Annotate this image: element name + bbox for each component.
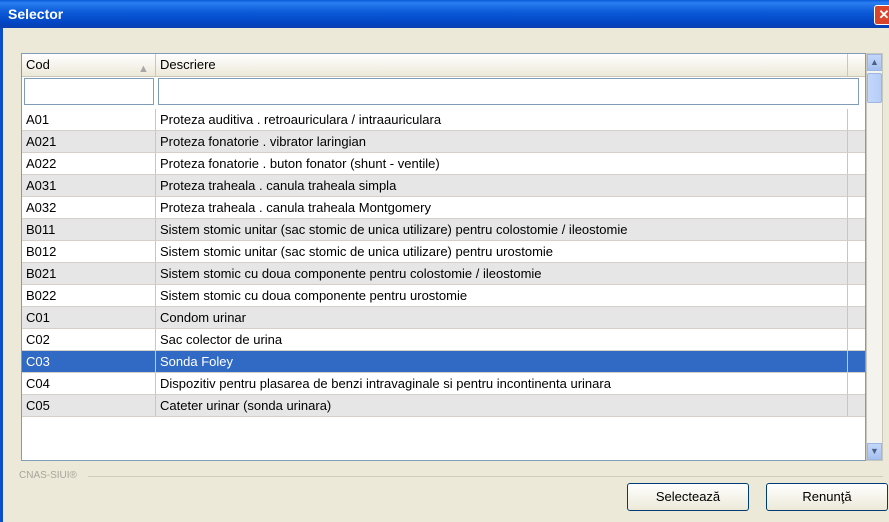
table-row[interactable]: C02 Sac colector de urina [22, 329, 865, 351]
grid-rows: A01 Proteza auditiva . retroauriculara / … [22, 109, 865, 417]
cell-descriere: Dispozitiv pentru plasarea de benzi intr… [156, 373, 848, 394]
cell-descriere: Proteza traheala . canula traheala simpl… [156, 175, 848, 196]
cell-descriere: Proteza fonatorie . vibrator laringian [156, 131, 848, 152]
table-row[interactable]: C04 Dispozitiv pentru plasarea de benzi i… [22, 373, 865, 395]
table-row[interactable]: B012 Sistem stomic unitar (sac stomic de … [22, 241, 865, 263]
cell-cod: A031 [22, 175, 156, 196]
column-header-descriere[interactable]: Descriere [156, 54, 848, 76]
table-row[interactable]: B011 Sistem stomic unitar (sac stomic de … [22, 219, 865, 241]
vertical-scrollbar[interactable]: ▲ ▼ [866, 53, 883, 461]
table-row[interactable]: C01 Condom urinar [22, 307, 865, 329]
table-row[interactable]: A01 Proteza auditiva . retroauriculara / … [22, 109, 865, 131]
column-header-cod[interactable]: Cod ▲ [22, 54, 156, 76]
cell-cod: C04 [22, 373, 156, 394]
cell-cod: B011 [22, 219, 156, 240]
cell-descriere: Cateter urinar (sonda urinara) [156, 395, 848, 416]
cell-cod: C02 [22, 329, 156, 350]
cell-cod: A022 [22, 153, 156, 174]
brand-label: CNAS-SIUI® [19, 470, 77, 481]
cell-cod: A032 [22, 197, 156, 218]
window-title: Selector [8, 6, 64, 22]
cell-descriere: Condom urinar [156, 307, 848, 328]
title-bar: Selector ✕ [0, 0, 889, 28]
cell-cod: C01 [22, 307, 156, 328]
divider [88, 476, 883, 477]
table-row[interactable]: A031 Proteza traheala . canula traheala s… [22, 175, 865, 197]
sort-asc-icon: ▲ [138, 63, 149, 75]
cell-descriere: Sac colector de urina [156, 329, 848, 350]
table-row[interactable]: C05 Cateter urinar (sonda urinara) [22, 395, 865, 417]
table-row[interactable]: A022 Proteza fonatorie . buton fonator (s… [22, 153, 865, 175]
cell-cod: C03 [22, 351, 156, 372]
cell-cod: B012 [22, 241, 156, 262]
table-row[interactable]: C03 Sonda Foley [22, 351, 865, 373]
cell-descriere: Sistem stomic cu doua componente pentru … [156, 263, 848, 284]
cell-descriere: Sistem stomic unitar (sac stomic de unic… [156, 241, 848, 262]
cell-descriere: Proteza fonatorie . buton fonator (shunt… [156, 153, 848, 174]
scroll-up-icon[interactable]: ▲ [867, 54, 882, 71]
cell-cod: B021 [22, 263, 156, 284]
table-row[interactable]: A032 Proteza traheala . canula traheala M… [22, 197, 865, 219]
cell-descriere: Proteza traheala . canula traheala Montg… [156, 197, 848, 218]
scroll-down-icon[interactable]: ▼ [867, 443, 882, 460]
close-icon[interactable]: ✕ [874, 5, 889, 25]
filter-descriere-input[interactable] [158, 78, 859, 105]
scroll-thumb[interactable] [867, 73, 882, 103]
cell-cod: C05 [22, 395, 156, 416]
column-header-descriere-label: Descriere [160, 57, 216, 72]
cell-descriere: Sistem stomic cu doua componente pentru … [156, 285, 848, 306]
select-button[interactable]: Selectează [627, 483, 749, 511]
cancel-button[interactable]: Renunţă [766, 483, 888, 511]
cell-cod: B022 [22, 285, 156, 306]
selector-grid: Cod ▲ Descriere A01 Proteza auditiva . re… [21, 53, 866, 461]
cell-cod: A01 [22, 109, 156, 130]
cell-cod: A021 [22, 131, 156, 152]
cell-descriere: Sistem stomic unitar (sac stomic de unic… [156, 219, 848, 240]
table-row[interactable]: B021 Sistem stomic cu doua componente pen… [22, 263, 865, 285]
table-row[interactable]: B022 Sistem stomic cu doua componente pen… [22, 285, 865, 307]
cell-descriere: Sonda Foley [156, 351, 848, 372]
grid-header: Cod ▲ Descriere [22, 54, 865, 77]
column-header-cod-label: Cod [26, 57, 50, 72]
table-row[interactable]: A021 Proteza fonatorie . vibrator laringi… [22, 131, 865, 153]
filter-cod-input[interactable] [24, 78, 154, 105]
cell-descriere: Proteza auditiva . retroauriculara / int… [156, 109, 848, 130]
